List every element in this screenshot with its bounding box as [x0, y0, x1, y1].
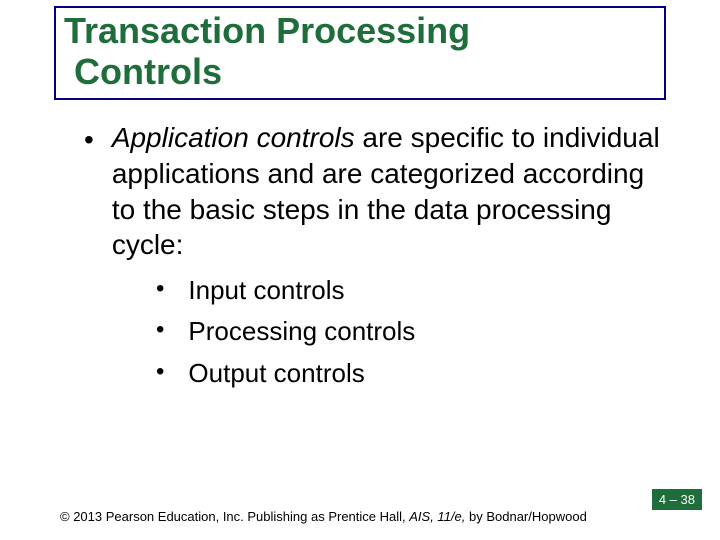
page-number-badge: 4 – 38: [652, 489, 702, 510]
book-title: AIS, 11/e,: [409, 509, 465, 524]
sub-bullet-text: Input controls: [188, 273, 344, 308]
bullet-level1: • Application controls are specific to i…: [84, 120, 672, 263]
bullet-level2: • Output controls: [156, 356, 672, 391]
bullet-dot-icon: •: [156, 273, 164, 308]
italic-term: Application controls: [112, 122, 355, 153]
title-line-2: Controls: [74, 51, 222, 92]
copyright-text: 2013 Pearson Education, Inc. Publishing …: [70, 509, 410, 524]
title-box: Transaction Processing Controls: [54, 6, 666, 100]
title-line-1: Transaction Processing: [64, 10, 470, 51]
slide: Transaction Processing Controls • Applic…: [0, 0, 720, 540]
bullet-dot-icon: •: [84, 120, 94, 263]
bullet-level2: • Processing controls: [156, 314, 672, 349]
page-number: 4 – 38: [659, 492, 695, 507]
body-content: • Application controls are specific to i…: [60, 120, 672, 391]
copyright-symbol: ©: [60, 509, 70, 524]
bullet-dot-icon: •: [156, 314, 164, 349]
bullet-dot-icon: •: [156, 356, 164, 391]
sub-bullet-text: Processing controls: [188, 314, 415, 349]
sub-bullet-text: Output controls: [188, 356, 364, 391]
bullet-text: Application controls are specific to ind…: [112, 120, 672, 263]
footer-copyright: © 2013 Pearson Education, Inc. Publishin…: [60, 509, 587, 524]
bullet-level2: • Input controls: [156, 273, 672, 308]
slide-title: Transaction Processing Controls: [56, 8, 664, 93]
authors: by Bodnar/Hopwood: [465, 509, 586, 524]
